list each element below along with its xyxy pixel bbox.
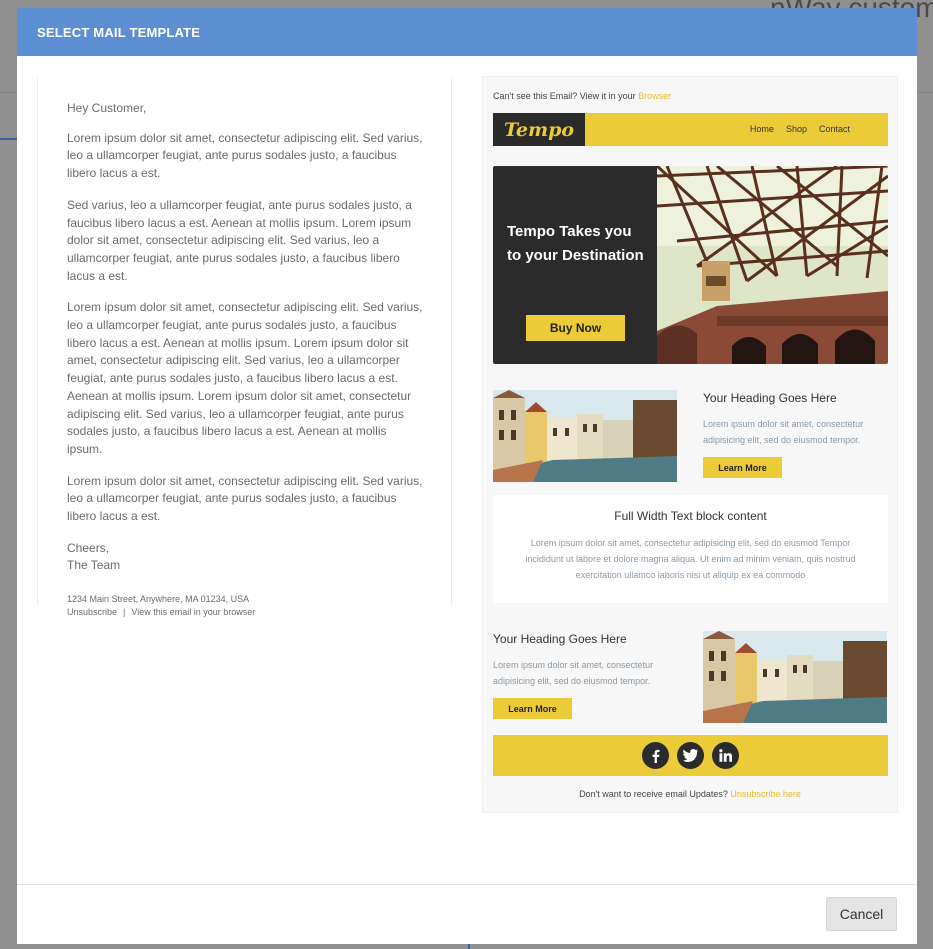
block1-text: Lorem ipsum dolor sit amet, consectetur … — [703, 419, 864, 445]
plain-signoff: Cheers, — [67, 540, 110, 555]
plain-footer: 1234 Main Street, Anywhere, MA 01234, US… — [67, 593, 423, 619]
facebook-icon[interactable] — [642, 742, 669, 769]
modal-header: SELECT MAIL TEMPLATE — [17, 8, 917, 56]
block2-text: Lorem ipsum dolor sit amet, consectetur … — [493, 660, 654, 686]
modal-title: SELECT MAIL TEMPLATE — [37, 24, 201, 40]
block1-learn-more-button[interactable]: Learn More — [703, 457, 782, 478]
cancel-button[interactable]: Cancel — [826, 897, 897, 931]
tempo-logo: Tempo — [493, 113, 585, 146]
canal-town-image — [493, 390, 677, 482]
nav-home[interactable]: Home — [750, 124, 774, 134]
view-in-browser-text: Can't see this Email? View it in your — [493, 91, 636, 101]
buy-now-button[interactable]: Buy Now — [526, 315, 625, 341]
plain-paragraph: Lorem ipsum dolor sit amet, consectetur … — [67, 473, 423, 524]
browser-link[interactable]: Browser — [638, 91, 671, 101]
hero-text-panel: Tempo Takes you to your Destination Buy … — [493, 166, 657, 364]
unsubscribe-text: Don't want to receive email Updates? — [579, 789, 728, 799]
full-width-heading: Full Width Text block content — [614, 509, 767, 523]
plain-paragraph: Sed varius, leo a ullamcorper feugiat, a… — [67, 197, 412, 283]
view-in-browser-link[interactable]: View this email in your browser — [131, 607, 255, 617]
hero-banner: Tempo Takes you to your Destination Buy … — [493, 166, 888, 364]
nav-shop[interactable]: Shop — [786, 124, 807, 134]
full-width-text-block: Full Width Text block content Lorem ipsu… — [493, 495, 888, 603]
social-bar — [493, 735, 888, 776]
linkedin-icon[interactable] — [712, 742, 739, 769]
block2-heading: Your Heading Goes Here — [493, 632, 627, 646]
plain-address: 1234 Main Street, Anywhere, MA 01234, US… — [67, 594, 250, 605]
plain-signature: Cheers, The Team — [67, 540, 423, 575]
background-marker — [468, 944, 470, 949]
unsubscribe-link[interactable]: Unsubscribe — [67, 607, 117, 617]
block2-learn-more-button[interactable]: Learn More — [493, 698, 572, 719]
template-header-bar: Tempo Home Shop Contact — [493, 113, 888, 146]
hero-title: Tempo Takes you to your Destination — [507, 223, 644, 264]
plain-greeting: Hey Customer, — [67, 101, 147, 115]
plain-paragraph: Lorem ipsum dolor sit amet, consectetur … — [67, 300, 423, 456]
plain-text-template-option[interactable]: Hey Customer, Lorem ipsum dolor sit amet… — [37, 78, 452, 617]
nav-contact[interactable]: Contact — [819, 124, 850, 134]
view-in-browser-line: Can't see this Email? View it in your Br… — [493, 91, 671, 101]
rich-template-option[interactable]: Can't see this Email? View it in your Br… — [482, 76, 898, 813]
canal-town-image — [703, 631, 887, 723]
unsubscribe-here-link[interactable]: Unsubscribe here — [730, 789, 801, 799]
plain-paragraph: Lorem ipsum dolor sit amet, consectetur … — [67, 130, 423, 181]
template-nav: Home Shop Contact — [750, 124, 850, 134]
hero-bridge-image — [657, 166, 888, 364]
footer-separator: | — [123, 607, 126, 618]
plain-team: The Team — [67, 558, 121, 573]
background-active-indicator — [0, 138, 17, 140]
block1-heading: Your Heading Goes Here — [703, 391, 837, 405]
full-width-text: Lorem ipsum dolor sit amet, consectetur … — [525, 538, 856, 580]
select-template-modal: SELECT MAIL TEMPLATE Hey Customer, Lorem… — [17, 8, 917, 944]
modal-footer: Cancel — [17, 884, 917, 944]
twitter-icon[interactable] — [677, 742, 704, 769]
unsubscribe-line: Don't want to receive email Updates? Uns… — [483, 789, 897, 799]
